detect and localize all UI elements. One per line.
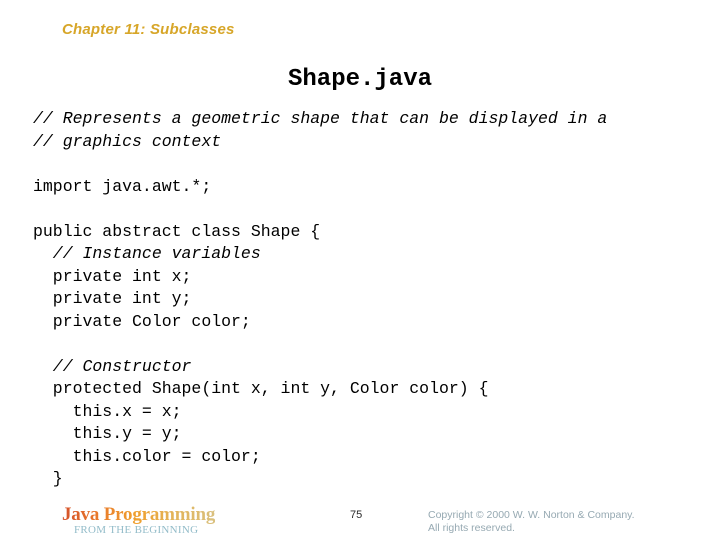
page-title: Shape.java [287, 66, 433, 93]
copyright-line-1: Copyright © 2000 W. W. Norton & Company. [428, 509, 635, 521]
code-line: // Constructor [33, 356, 192, 376]
code-line: // graphics context [33, 131, 222, 151]
brand-logo-subtitle: FROM THE BEGINNING [74, 524, 199, 536]
code-line: this.color = color; [33, 446, 261, 466]
code-line: // Instance variables [33, 244, 261, 263]
code-line: // Represents a geometric shape that can… [33, 109, 608, 128]
slide-canvas: Chapter 11: Subclasses Shape.java // Rep… [0, 0, 720, 540]
code-line: private int x; [33, 266, 192, 286]
copyright-notice: Copyright © 2000 W. W. Norton & Company.… [428, 509, 635, 535]
code-listing: // Represents a geometric shape that can… [33, 108, 703, 491]
code-line: private Color color; [33, 311, 251, 331]
code-line: this.y = y; [33, 424, 182, 443]
code-line: } [33, 469, 63, 488]
page-number: 75 [350, 509, 363, 521]
chapter-header: Chapter 11: Subclasses [62, 21, 235, 38]
code-line: public abstract class Shape { [33, 221, 321, 241]
code-line: private int y; [33, 289, 192, 308]
copyright-line-2: All rights reserved. [428, 522, 515, 534]
brand-logo-title: Java Programming [62, 504, 216, 525]
code-line: protected Shape(int x, int y, Color colo… [33, 379, 489, 398]
code-line: import java.awt.*; [33, 176, 212, 196]
code-line: this.x = x; [33, 401, 182, 421]
